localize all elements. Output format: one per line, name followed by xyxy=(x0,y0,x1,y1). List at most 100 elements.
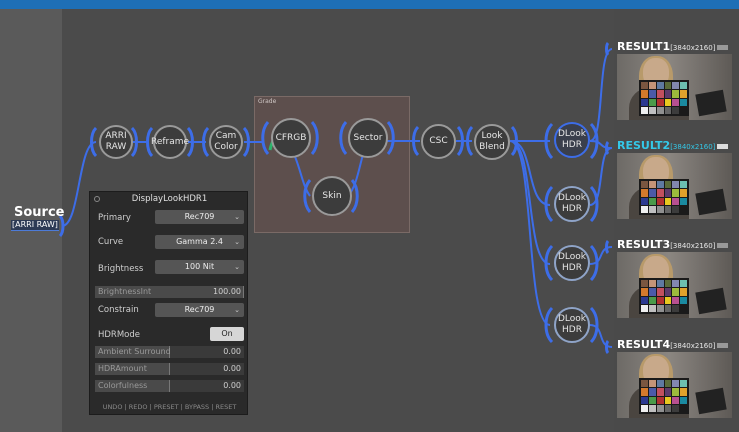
display-look-panel: DisplayLookHDR1 Primary Rec709 ⌄ Curve Ga… xyxy=(89,191,248,415)
color-chart-patch xyxy=(672,288,680,296)
node-dlook-hdr-1[interactable]: DLook HDR xyxy=(554,122,590,158)
result-2-title[interactable]: RESULT2[3840x2160] xyxy=(617,139,729,152)
panel-actions[interactable]: UNDO | REDO | PRESET | BYPASS | RESET xyxy=(90,403,249,411)
primary-dropdown[interactable]: Rec709 ⌄ xyxy=(155,210,244,224)
color-chart-patch xyxy=(648,197,656,205)
color-chart-patch xyxy=(664,388,672,396)
node-dlook-hdr-3[interactable]: DLook HDR xyxy=(554,245,590,281)
color-chart-patch xyxy=(641,98,648,106)
color-chart-patch xyxy=(656,197,664,205)
ambient-surround-label: Ambient Surround xyxy=(98,347,171,356)
chevron-down-icon: ⌄ xyxy=(234,238,240,246)
result-3-thumbnail[interactable] xyxy=(617,252,732,318)
node-sector[interactable]: Sector xyxy=(348,118,388,158)
color-chart-patch xyxy=(664,82,672,90)
primary-value: Rec709 xyxy=(184,212,215,221)
color-chart-patch xyxy=(680,380,687,388)
result-3-dims: [3840x2160] xyxy=(670,242,716,250)
color-chart-patch xyxy=(656,388,664,396)
color-chart-patch xyxy=(656,396,664,404)
constrain-dropdown[interactable]: Rec709 ⌄ xyxy=(155,303,244,317)
color-chart-patch xyxy=(641,90,648,98)
color-chart-patch xyxy=(656,82,664,90)
color-chart-patch xyxy=(648,189,656,197)
color-chart-patch xyxy=(680,197,687,205)
color-chart-patch xyxy=(641,280,648,288)
brightness-dropdown[interactable]: 100 Nit ⌄ xyxy=(155,260,244,274)
color-chart-patch xyxy=(648,404,656,412)
hdr-amount-label: HDRAmount xyxy=(98,364,147,373)
color-chart-patch xyxy=(641,380,648,388)
color-chart-patch xyxy=(656,205,664,213)
node-dlook-hdr-2[interactable]: DLook HDR xyxy=(554,186,590,222)
chevron-down-icon: ⌄ xyxy=(234,263,240,271)
result-4-thumbnail[interactable] xyxy=(617,352,732,418)
color-chart-patch xyxy=(680,82,687,90)
color-chart-patch xyxy=(680,388,687,396)
source-format: [ARRI RAW] xyxy=(11,220,59,231)
node-cam-color[interactable]: Cam Color xyxy=(209,125,243,159)
node-look-blend[interactable]: Look Blend xyxy=(474,124,510,160)
node-reframe[interactable]: Reframe xyxy=(151,125,189,159)
color-chart-patch xyxy=(648,205,656,213)
color-chart-patch xyxy=(672,197,680,205)
color-chart-patch xyxy=(664,98,672,106)
result-3-title[interactable]: RESULT3[3840x2160] xyxy=(617,238,729,251)
result-4-title[interactable]: RESULT4[3840x2160] xyxy=(617,338,729,351)
result-2-dims: [3840x2160] xyxy=(670,143,716,151)
color-chart-patch xyxy=(641,82,648,90)
color-chart-patch xyxy=(680,189,687,197)
result-4-dims: [3840x2160] xyxy=(670,342,716,350)
color-chart-patch xyxy=(672,98,680,106)
color-chart-patch xyxy=(672,296,680,304)
color-chart-patch xyxy=(680,280,687,288)
thumbnail-color-chart xyxy=(639,278,689,314)
color-chart-patch xyxy=(680,90,687,98)
hdr-amount-slider[interactable]: HDRAmount 0.00 xyxy=(95,363,244,375)
curve-dropdown[interactable]: Gamma 2.4 ⌄ xyxy=(155,235,244,249)
color-chart-patch xyxy=(656,288,664,296)
result-1-label: RESULT1 xyxy=(617,40,671,53)
color-chart-patch xyxy=(664,106,672,114)
color-chart-patch xyxy=(664,404,672,412)
node-cfrgb[interactable]: CFRGB xyxy=(271,118,311,158)
color-chart-patch xyxy=(656,280,664,288)
result-1-swatch xyxy=(717,44,729,50)
color-chart-patch xyxy=(664,181,672,189)
color-chart-patch xyxy=(648,90,656,98)
result-2-label: RESULT2 xyxy=(617,139,671,152)
colorfulness-slider[interactable]: Colorfulness 0.00 xyxy=(95,380,244,392)
node-skin[interactable]: Skin xyxy=(312,176,352,216)
brightness-int-slider[interactable]: BrightnessInt 100.00 xyxy=(95,286,244,298)
result-1-title[interactable]: RESULT1[3840x2160] xyxy=(617,40,729,53)
brightness-int-label: BrightnessInt xyxy=(98,287,152,296)
color-chart-patch xyxy=(656,90,664,98)
color-chart-patch xyxy=(664,205,672,213)
color-chart-patch xyxy=(641,106,648,114)
colorfulness-label: Colorfulness xyxy=(98,381,148,390)
thumbnail-color-chart xyxy=(639,80,689,116)
color-chart-patch xyxy=(641,197,648,205)
color-chart-patch xyxy=(641,288,648,296)
ambient-surround-slider[interactable]: Ambient Surround 0.00 xyxy=(95,346,244,358)
curve-value: Gamma 2.4 xyxy=(176,237,223,246)
result-1-thumbnail[interactable] xyxy=(617,54,732,120)
result-2-thumbnail[interactable] xyxy=(617,153,732,219)
ambient-surround-value: 0.00 xyxy=(223,347,241,356)
node-dlook-hdr-4[interactable]: DLook HDR xyxy=(554,307,590,343)
node-csc[interactable]: CSC xyxy=(421,124,456,159)
hdr-mode-toggle[interactable]: On xyxy=(210,327,244,341)
color-chart-patch xyxy=(648,82,656,90)
color-chart-patch xyxy=(672,396,680,404)
color-chart-patch xyxy=(664,189,672,197)
color-chart-patch xyxy=(680,288,687,296)
result-3-label: RESULT3 xyxy=(617,238,671,251)
color-chart-patch xyxy=(648,304,656,312)
color-chart-patch xyxy=(672,106,680,114)
color-chart-patch xyxy=(672,90,680,98)
color-chart-patch xyxy=(672,404,680,412)
constrain-value: Rec709 xyxy=(184,305,215,314)
color-chart-patch xyxy=(680,296,687,304)
color-chart-patch xyxy=(656,98,664,106)
node-arri-raw[interactable]: ARRI RAW xyxy=(99,125,133,159)
